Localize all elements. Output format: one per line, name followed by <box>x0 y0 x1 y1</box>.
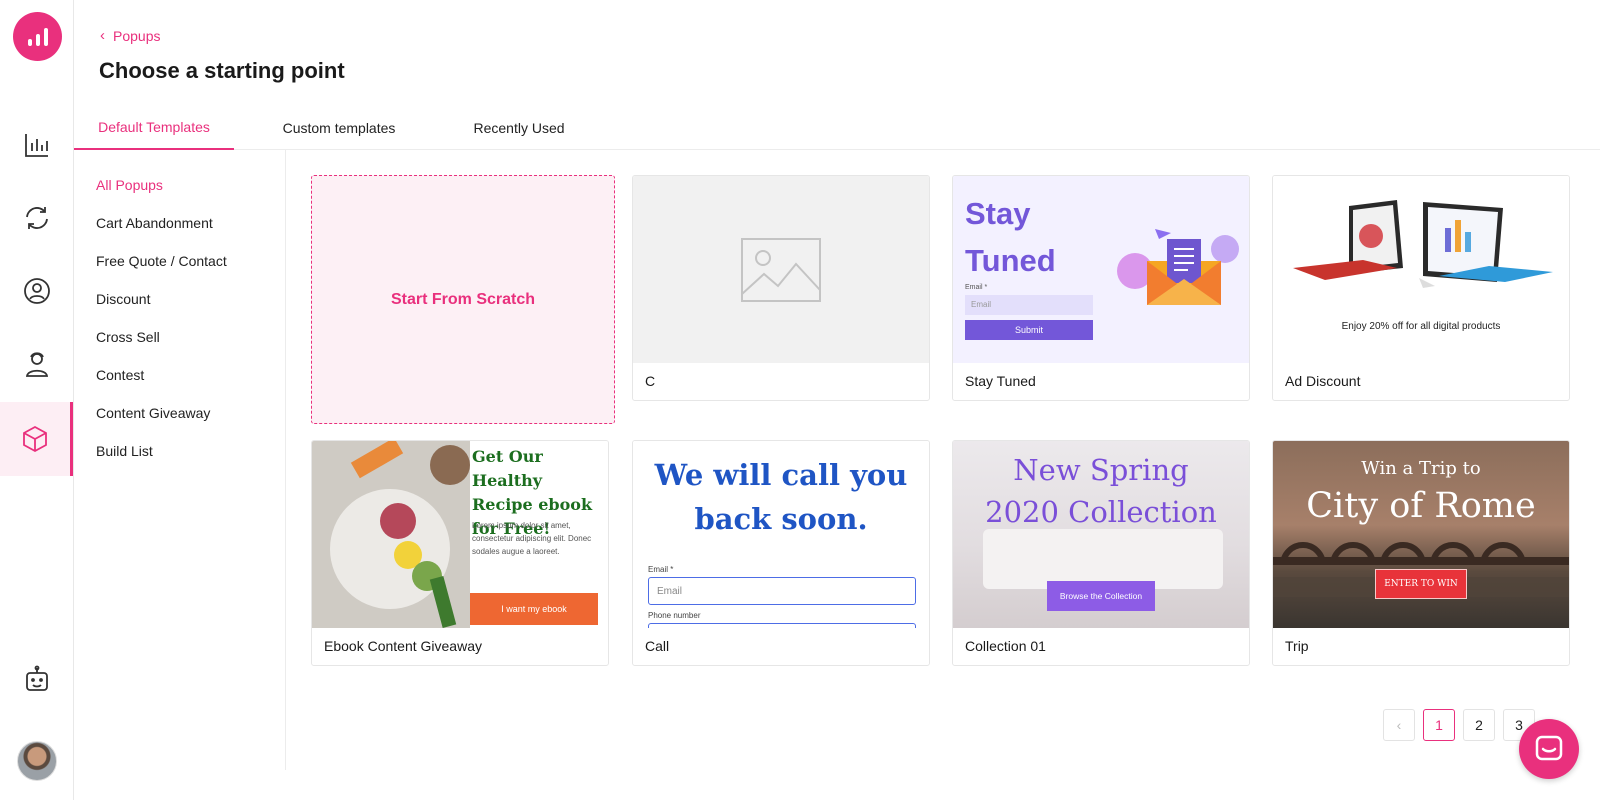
category-all-popups[interactable]: All Popups <box>96 177 163 193</box>
tablet-devices-image <box>1293 200 1553 288</box>
preview-email-field: Email <box>965 295 1093 315</box>
category-free-quote-contact[interactable]: Free Quote / Contact <box>96 253 227 269</box>
cube-icon[interactable] <box>0 402 73 476</box>
template-name: Collection 01 <box>965 638 1046 654</box>
category-cross-sell[interactable]: Cross Sell <box>96 329 160 345</box>
avatar[interactable] <box>17 741 57 781</box>
chevron-left-icon: ‹ <box>100 27 105 44</box>
bot-icon[interactable] <box>0 642 73 716</box>
template-card-c[interactable]: C <box>632 175 930 401</box>
preview-heading: We will call you back soon. <box>654 458 908 536</box>
page-title: Choose a starting point <box>99 58 345 83</box>
preview-ebook-button: I want my ebook <box>470 593 598 625</box>
tab-bar: Default Templates Custom templates Recen… <box>74 106 1600 150</box>
preview-phone-field <box>648 623 916 628</box>
app-logo[interactable] <box>13 12 62 61</box>
preview-body: Lorem ipsum dolor sit amet, consectetur … <box>472 521 592 556</box>
preview-sofa-image <box>983 529 1223 589</box>
start-from-scratch-card[interactable]: Start From Scratch <box>311 175 615 424</box>
category-discount[interactable]: Discount <box>96 291 150 307</box>
preview-email-label: Email * <box>965 284 988 291</box>
template-thumbnail <box>633 176 929 363</box>
user-icon[interactable] <box>0 327 73 401</box>
pagination-prev-button[interactable]: ‹ <box>1383 709 1415 741</box>
template-thumbnail: Enjoy 20% off for all digital products <box>1273 176 1569 363</box>
preview-browse-button: Browse the Collection <box>1047 581 1155 611</box>
image-placeholder-icon <box>741 237 821 302</box>
envelope-icon <box>1117 229 1239 305</box>
chat-launcher-button[interactable] <box>1519 719 1579 779</box>
preview-heading: Win a Trip to City of Rome <box>1306 458 1536 526</box>
template-name: C <box>645 373 656 389</box>
preview-offer-text: Enjoy 20% off for all digital products <box>1341 321 1501 332</box>
template-thumbnail: Get Our Healthy Recipe ebook for Free! L… <box>312 441 608 628</box>
template-thumbnail: We will call you back soon. Email * Emai… <box>633 441 929 628</box>
tab-custom-templates[interactable]: Custom templates <box>264 106 414 150</box>
left-rail <box>0 0 74 800</box>
preview-food-image <box>312 441 470 628</box>
category-contest[interactable]: Contest <box>96 367 144 383</box>
category-build-list[interactable]: Build List <box>96 443 153 459</box>
preview-submit-button: Submit <box>965 320 1093 340</box>
preview-heading: New Spring 2020 Collection <box>985 453 1217 529</box>
template-name: Stay Tuned <box>965 373 1036 389</box>
template-thumbnail: Stay Tuned Email * Email Submit <box>953 176 1249 363</box>
template-card-call[interactable]: We will call you back soon. Email * Emai… <box>632 440 930 666</box>
pagination-page-1[interactable]: 1 <box>1423 709 1455 741</box>
preview-phone-label: Phone number <box>648 611 701 620</box>
template-card-ad-discount[interactable]: Enjoy 20% off for all digital products A… <box>1272 175 1570 401</box>
sync-icon[interactable] <box>0 181 73 255</box>
tab-recently-used[interactable]: Recently Used <box>454 106 584 150</box>
tab-default-templates[interactable]: Default Templates <box>74 106 234 150</box>
back-label: Popups <box>113 27 161 44</box>
preview-email-label: Email * <box>648 565 674 574</box>
template-name: Trip <box>1285 638 1309 654</box>
preview-enter-button: ENTER TO WIN <box>1375 569 1467 599</box>
template-card-collection-01[interactable]: New Spring 2020 Collection Browse the Co… <box>952 440 1250 666</box>
audience-icon[interactable] <box>0 254 73 328</box>
back-link[interactable]: ‹ Popups <box>100 27 160 44</box>
template-name: Ebook Content Giveaway <box>324 638 482 654</box>
preview-email-field: Email <box>648 577 916 605</box>
pagination-page-2[interactable]: 2 <box>1463 709 1495 741</box>
template-card-ebook-content-giveaway[interactable]: Get Our Healthy Recipe ebook for Free! L… <box>311 440 609 666</box>
template-thumbnail: New Spring 2020 Collection Browse the Co… <box>953 441 1249 628</box>
preview-text-panel: Get Our Healthy Recipe ebook for Free! L… <box>470 441 608 628</box>
analytics-icon[interactable] <box>0 108 73 182</box>
template-name: Ad Discount <box>1285 373 1361 389</box>
category-list: All Popups Cart Abandonment Free Quote /… <box>74 150 286 770</box>
template-name: Call <box>645 638 670 654</box>
preview-heading: Stay Tuned <box>965 196 1056 278</box>
template-thumbnail: Win a Trip to City of Rome ENTER TO WIN <box>1273 441 1569 628</box>
template-card-stay-tuned[interactable]: Stay Tuned Email * Email Submit Stay Tun… <box>952 175 1250 401</box>
category-content-giveaway[interactable]: Content Giveaway <box>96 405 210 421</box>
template-card-trip[interactable]: Win a Trip to City of Rome ENTER TO WIN … <box>1272 440 1570 666</box>
chat-icon <box>1535 735 1563 761</box>
category-cart-abandonment[interactable]: Cart Abandonment <box>96 215 213 231</box>
